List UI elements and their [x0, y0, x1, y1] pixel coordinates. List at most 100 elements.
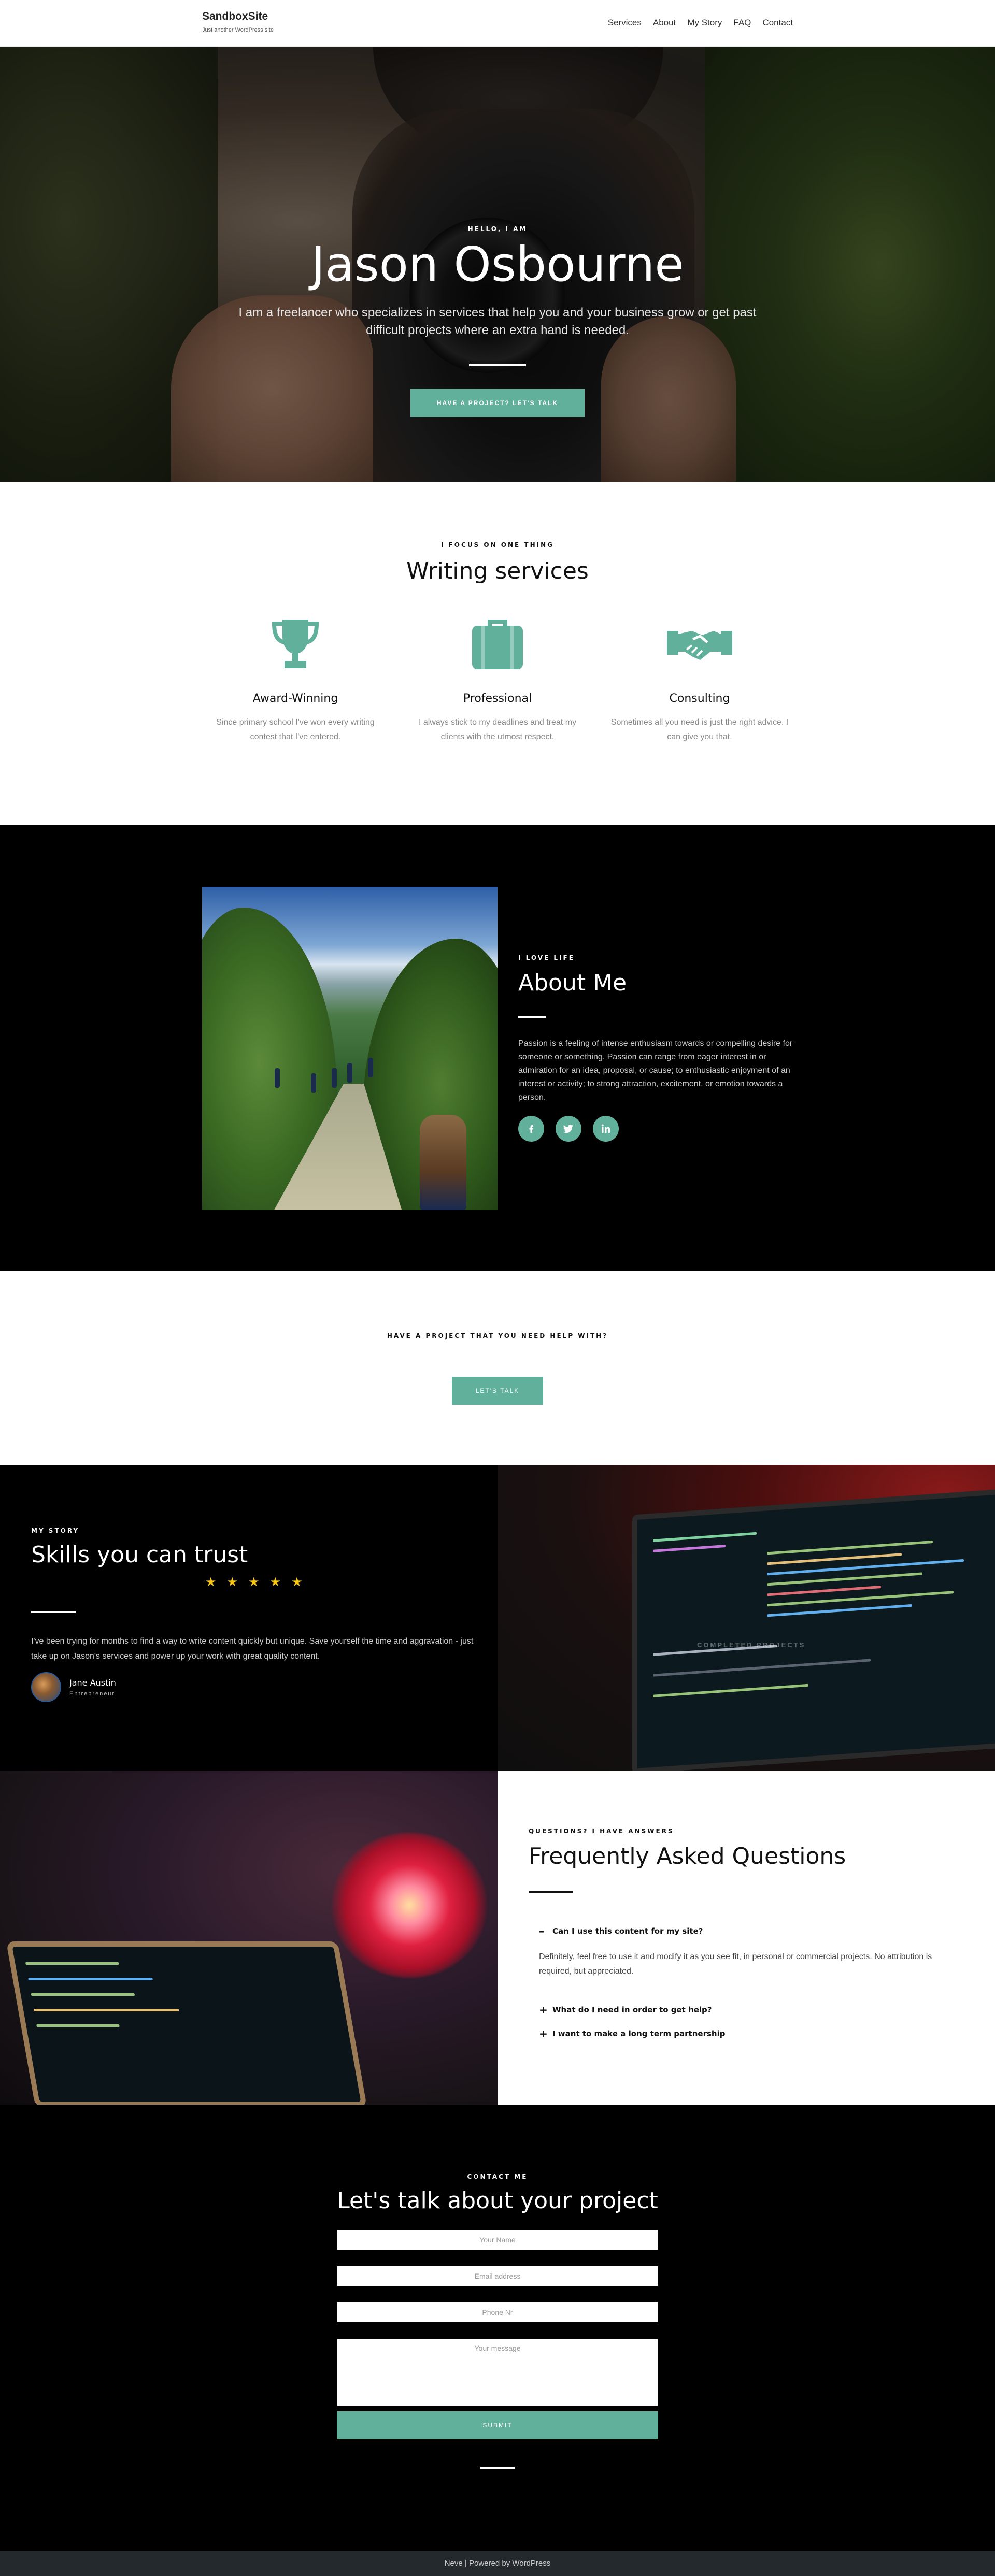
brand[interactable]: SandboxSite Just another WordPress site [202, 10, 274, 33]
site-footer: Neve | Powered by WordPress [0, 2551, 995, 2576]
services-section: I FOCUS ON ONE THING Writing services Aw… [0, 482, 995, 825]
about-section: I LOVE LIFE About Me Passion is a feelin… [0, 825, 995, 1271]
site-header: SandboxSite Just another WordPress site … [0, 0, 995, 47]
contact-section: CONTACT ME Let's talk about your project… [0, 2105, 995, 2551]
code-line [653, 1532, 757, 1542]
rating-stars: ★ ★ ★ ★ ★ [205, 1575, 303, 1590]
laptop-code-screen [632, 1487, 995, 1771]
faq-item[interactable]: + I want to make a long term partnership [539, 2027, 725, 2040]
faq-title: Frequently Asked Questions [529, 1843, 846, 1869]
faq-divider [529, 1891, 573, 1893]
services-kicker: I FOCUS ON ONE THING [440, 541, 555, 549]
phone-field[interactable] [337, 2302, 658, 2322]
code-line [767, 1572, 922, 1586]
code-line [28, 1978, 153, 1980]
services-title: Writing services [406, 558, 589, 584]
image-caption: COMPLETED PROJECTS [697, 1641, 806, 1649]
cta-text: HAVE A PROJECT THAT YOU NEED HELP WITH? [387, 1332, 608, 1340]
story-kicker: MY STORY [31, 1527, 80, 1534]
feature-title: Consulting [669, 692, 730, 705]
submit-button[interactable]: SUBMIT [337, 2411, 658, 2439]
hero-kicker: HELLO, I AM [467, 225, 528, 233]
social-links [518, 1116, 619, 1142]
nav-faq[interactable]: FAQ [733, 18, 751, 28]
faq-laptop-photo [0, 1771, 497, 2105]
feature-consulting: Consulting Sometimes all you need is jus… [599, 615, 801, 744]
photo-hiker [347, 1063, 352, 1083]
feature-award-winning: Award-Winning Since primary school I've … [194, 615, 396, 744]
author-name: Jane Austin [69, 1677, 116, 1688]
contact-form: SUBMIT [337, 2230, 658, 2439]
code-line [33, 2009, 179, 2011]
story-section: MY STORY Skills you can trust ★ ★ ★ ★ ★ … [0, 1465, 995, 1771]
facebook-icon[interactable] [518, 1116, 544, 1142]
photo-red-flower [332, 1833, 487, 1978]
cta-section: HAVE A PROJECT THAT YOU NEED HELP WITH? … [0, 1271, 995, 1465]
plus-icon: + [539, 2027, 548, 2040]
star-icon: ★ [226, 1575, 238, 1589]
message-field[interactable] [337, 2339, 658, 2406]
faq-item-open[interactable]: – Can I use this content for my site? [539, 1925, 703, 1937]
page: SandboxSite Just another WordPress site … [0, 0, 995, 2576]
twitter-icon[interactable] [556, 1116, 581, 1142]
nav-services[interactable]: Services [608, 18, 642, 28]
testimonial-quote: I've been trying for months to find a wa… [31, 1637, 474, 1661]
name-field[interactable] [337, 2230, 658, 2250]
site-tagline: Just another WordPress site [202, 27, 274, 33]
feature-title: Professional [463, 692, 532, 705]
plus-icon: + [539, 2004, 548, 2016]
nav-contact[interactable]: Contact [762, 18, 793, 28]
linkedin-icon[interactable] [593, 1116, 619, 1142]
hero-section: HELLO, I AM Jason Osbourne I am a freela… [0, 47, 995, 482]
story-divider [31, 1611, 76, 1613]
photo-hiker [311, 1073, 316, 1093]
footer-powered-link[interactable]: Powered by WordPress [469, 2559, 550, 2568]
code-line [653, 1683, 808, 1697]
nav-my-story[interactable]: My Story [687, 18, 722, 28]
trophy-icon [262, 615, 329, 672]
hero-title: Jason Osbourne [311, 237, 684, 292]
faq-answer: Definitely, feel free to use it and modi… [539, 1952, 932, 1976]
about-divider [518, 1016, 546, 1018]
faq-question: I want to make a long term partnership [552, 2029, 726, 2038]
star-icon: ★ [291, 1575, 303, 1589]
handshake-icon [666, 615, 733, 672]
footer-theme-link[interactable]: Neve [445, 2559, 463, 2568]
code-line [36, 2024, 120, 2027]
feature-text: Since primary school I've won every writ… [216, 718, 375, 741]
code-line [767, 1604, 912, 1617]
author-role: Entrepreneur [69, 1690, 116, 1697]
contact-divider [480, 2467, 515, 2469]
email-field[interactable] [337, 2266, 658, 2286]
features-row: Award-Winning Since primary school I've … [0, 615, 995, 744]
photo-hiker [368, 1058, 373, 1077]
photo-hiker [332, 1068, 337, 1088]
hero-divider [469, 364, 526, 366]
code-line [25, 1962, 119, 1965]
feature-text: Sometimes all you need is just the right… [610, 718, 789, 741]
feature-professional: Professional I always stick to my deadli… [396, 615, 599, 744]
hero-cta-button[interactable]: HAVE A PROJECT? LET'S TALK [410, 389, 585, 417]
minus-icon: – [539, 1925, 544, 1937]
faq-kicker: QUESTIONS? I HAVE ANSWERS [529, 1827, 674, 1835]
story-title: Skills you can trust [31, 1542, 248, 1568]
avatar [31, 1672, 61, 1702]
faq-section: QUESTIONS? I HAVE ANSWERS Frequently Ask… [0, 1771, 995, 2105]
about-hiking-photo [202, 887, 497, 1210]
code-line [653, 1659, 871, 1677]
photo-laptop [6, 1941, 367, 2105]
nav-about[interactable]: About [653, 18, 676, 28]
about-paragraph: Passion is a feeling of intense enthusia… [518, 1039, 793, 1102]
lets-talk-button[interactable]: LET'S TALK [452, 1377, 543, 1405]
footer-separator: | [464, 2559, 467, 2568]
feature-title: Award-Winning [252, 692, 338, 705]
story-laptop-photo: COMPLETED PROJECTS [497, 1465, 995, 1771]
code-line [767, 1541, 933, 1555]
faq-question: Can I use this content for my site? [552, 1926, 703, 1936]
faq-item[interactable]: + What do I need in order to get help? [539, 2004, 712, 2016]
code-line [767, 1586, 881, 1596]
feature-text: I always stick to my deadlines and treat… [418, 718, 577, 741]
about-kicker: I LOVE LIFE [518, 954, 575, 961]
site-title[interactable]: SandboxSite [202, 10, 274, 23]
hero-content: HELLO, I AM Jason Osbourne I am a freela… [0, 225, 995, 417]
